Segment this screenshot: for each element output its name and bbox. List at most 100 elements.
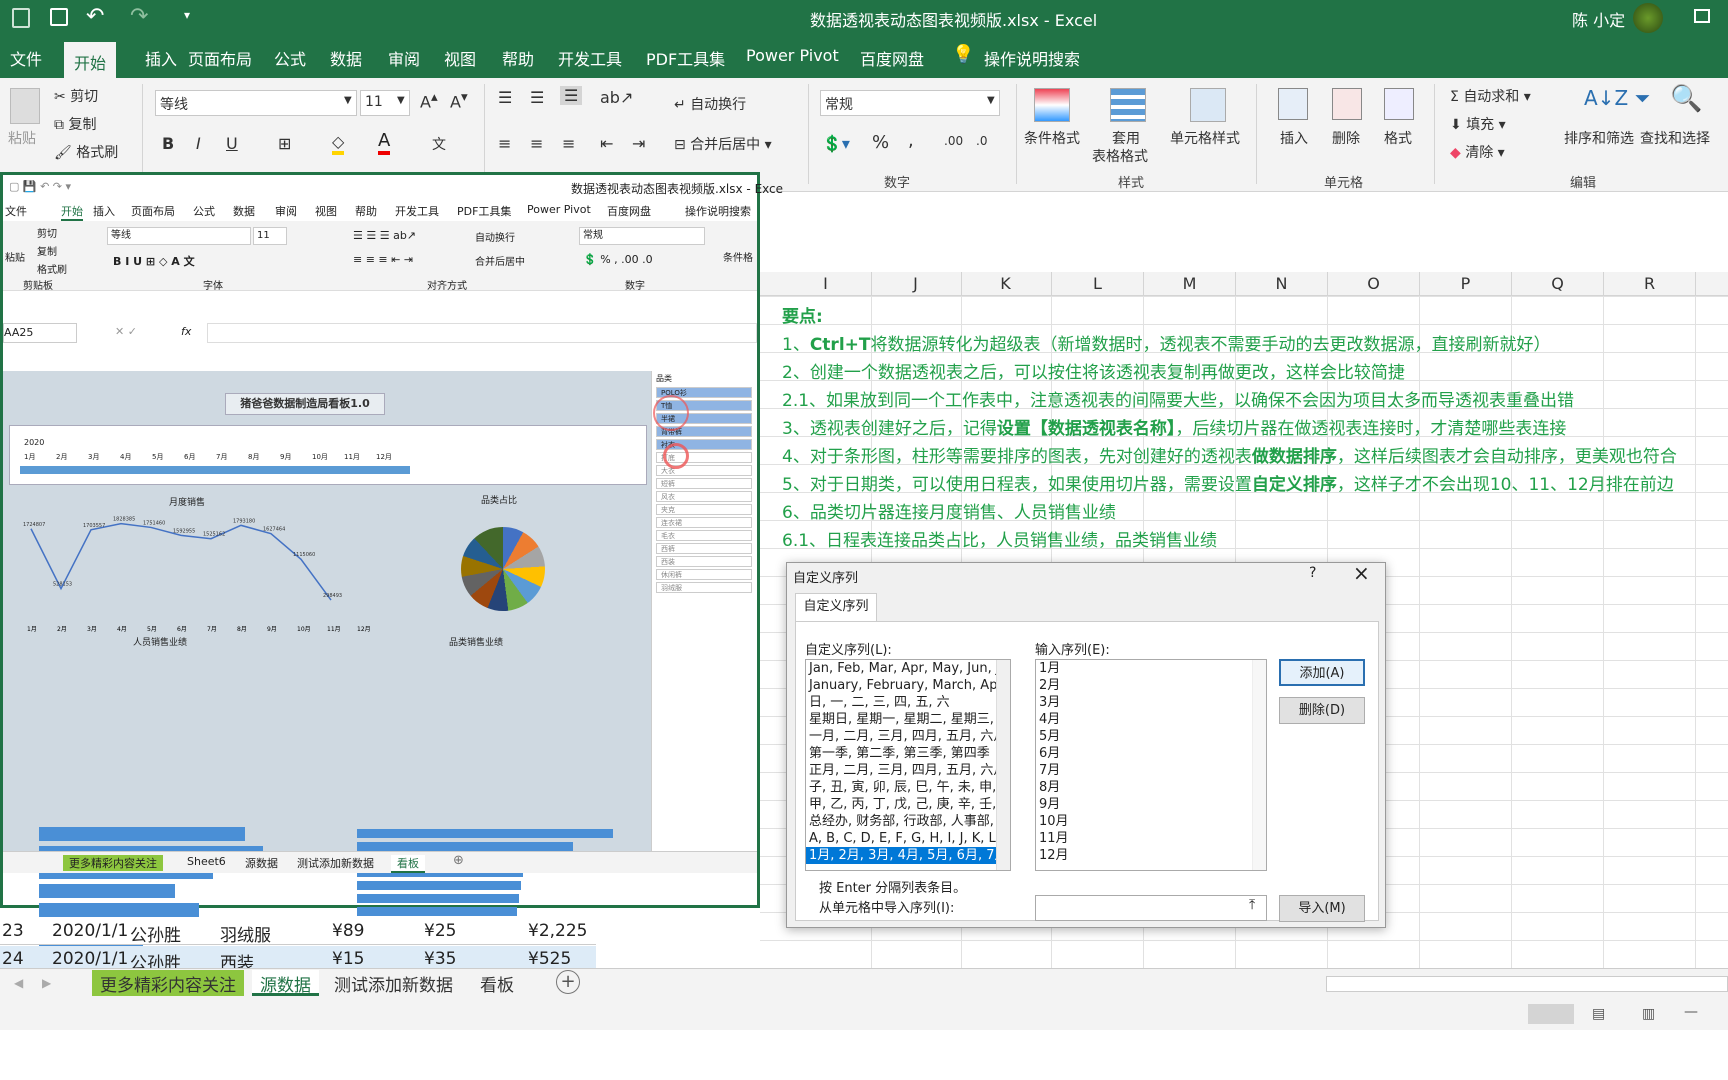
column-header[interactable]: O	[1328, 272, 1420, 296]
clear-button[interactable]: ◆ 清除 ▾	[1450, 142, 1505, 162]
inner-merge[interactable]: 合并后居中	[475, 253, 525, 268]
font-color-icon[interactable]: A	[378, 130, 391, 155]
tab-developer[interactable]: 开发工具	[548, 44, 632, 74]
inner-menu-item[interactable]: 开始	[61, 203, 83, 221]
align-top-icon[interactable]: ☰	[498, 88, 512, 107]
inner-cut[interactable]: 剪切	[37, 225, 57, 240]
custom-list-item[interactable]: 正月, 二月, 三月, 四月, 五月, 六月, -	[806, 762, 996, 779]
table-format-button[interactable]: 套用	[1112, 128, 1140, 148]
cell-date[interactable]: 2020/1/1	[52, 949, 128, 969]
zoom-out-icon[interactable]: —	[1684, 1004, 1698, 1020]
custom-list-item[interactable]: Jan, Feb, Mar, Apr, May, Jun, Jul,	[806, 660, 996, 677]
cell-date[interactable]: 2020/1/1	[52, 921, 128, 941]
inner-halign-icons[interactable]: ≡ ≡ ≡ ⇤ ⇥	[353, 253, 413, 266]
align-bottom-icon[interactable]: ☰	[560, 86, 583, 105]
import-range-input[interactable]	[1035, 895, 1267, 921]
tab-home[interactable]: 开始	[64, 42, 117, 78]
copy-button[interactable]: ⧉ 复制	[54, 114, 96, 134]
inner-menu-item[interactable]: 审阅	[275, 203, 297, 219]
align-center-icon[interactable]: ≡	[530, 134, 543, 153]
inner-menu-item[interactable]: 开发工具	[395, 203, 439, 219]
tab-data[interactable]: 数据	[320, 44, 372, 74]
import-button[interactable]: 导入(M)	[1279, 895, 1365, 922]
wrap-text-button[interactable]: ↵ 自动换行	[674, 94, 746, 114]
add-sheet-icon[interactable]: +	[556, 970, 580, 994]
inner-qat-icons[interactable]: ▢ 💾 ↶ ↷ ▾	[9, 180, 71, 193]
column-header[interactable]: J	[870, 272, 962, 296]
cell-num[interactable]: 23	[2, 921, 24, 941]
timeline-selection-bar[interactable]	[20, 466, 410, 474]
percent-icon[interactable]: %	[872, 132, 889, 153]
inner-formula-bar[interactable]	[207, 323, 757, 343]
cut-button[interactable]: ✂ 剪切	[54, 86, 98, 106]
decrease-decimal-icon[interactable]: .0	[976, 134, 987, 148]
sheet-tab[interactable]: 看板	[472, 970, 522, 996]
column-header[interactable]: Q	[1512, 272, 1604, 296]
number-format-select[interactable]: 常规 ▼	[820, 90, 1000, 116]
inner-align-icons[interactable]: ☰ ☰ ☰ ab↗	[353, 229, 416, 242]
column-header[interactable]: L	[1052, 272, 1144, 296]
cell-total[interactable]: ¥2,225	[528, 921, 587, 941]
avatar[interactable]	[1633, 3, 1663, 33]
custom-list-item[interactable]: 一月, 二月, 三月, 四月, 五月, 六月, -	[806, 728, 996, 745]
orientation-icon[interactable]: ab↗	[600, 88, 633, 107]
shrink-font-icon[interactable]: A▾	[450, 90, 468, 111]
inner-menu-item[interactable]: 操作说明搜索	[685, 203, 751, 219]
inner-sheet-tab[interactable]: 更多精彩内容关注	[63, 855, 163, 871]
timeline-slicer[interactable]: 2020 1月 2月 3月 4月 5月 6月 7月 8月 9月 10月 11月 12月	[9, 425, 647, 485]
timeline-month[interactable]: 12月	[376, 452, 392, 462]
timeline-month[interactable]: 8月	[248, 452, 259, 462]
inner-painter[interactable]: 格式刷	[37, 261, 67, 276]
inner-sheet-tab[interactable]: Sheet6	[181, 855, 232, 868]
italic-icon[interactable]: I	[196, 134, 201, 153]
font-name-select[interactable]: 等线 ▼	[155, 90, 357, 116]
cancel-formula-icon[interactable]: ✕ ✓	[115, 325, 137, 338]
save-icon[interactable]	[50, 8, 68, 26]
custom-list-item[interactable]: A, B, C, D, E, F, G, H, I, J, K, L, M, N	[806, 830, 996, 847]
format-painter-button[interactable]: 🖌 格式刷	[54, 142, 118, 162]
timeline-month[interactable]: 10月	[312, 452, 328, 462]
custom-list-item[interactable]: 1月, 2月, 3月, 4月, 5月, 6月, 7月, 8	[806, 847, 996, 864]
entries-scrollbar[interactable]	[1252, 660, 1266, 870]
column-header[interactable]: K	[960, 272, 1052, 296]
custom-lists-listbox[interactable]: Jan, Feb, Mar, Apr, May, Jun, Jul, Januar…	[805, 659, 1011, 871]
inner-menu-item[interactable]: 视图	[315, 203, 337, 219]
listbox-scrollbar[interactable]	[996, 660, 1010, 870]
cell-name[interactable]: 公孙胜	[130, 921, 181, 946]
inner-menu-item[interactable]: 数据	[233, 203, 255, 219]
tab-scroll-right-icon[interactable]: ▶	[42, 976, 51, 990]
cell-total[interactable]: ¥525	[528, 949, 571, 969]
underline-icon[interactable]: U	[226, 134, 238, 153]
tab-page-layout[interactable]: 页面布局	[178, 44, 262, 74]
tab-review[interactable]: 审阅	[378, 44, 430, 74]
slicer-item[interactable]: 西裤	[656, 543, 752, 554]
inner-size-select[interactable]: 11	[253, 227, 287, 245]
timeline-month[interactable]: 3月	[88, 452, 99, 462]
close-icon[interactable]: ×	[1353, 561, 1370, 585]
paste-button[interactable]: 粘贴	[8, 128, 36, 148]
tab-pdf-tools[interactable]: PDF工具集	[636, 44, 735, 74]
timeline-month[interactable]: 5月	[152, 452, 163, 462]
align-right-icon[interactable]: ≡	[562, 134, 575, 153]
paste-icon[interactable]	[10, 88, 40, 124]
inner-name-box[interactable]: AA25	[3, 323, 77, 343]
fill-color-icon[interactable]: ◇	[332, 132, 345, 155]
cell-p2[interactable]: ¥35	[424, 949, 456, 969]
list-entries-textbox[interactable]: 1月 2月 3月 4月 5月 6月 7月 8月 9月 10月 11月 12月	[1035, 659, 1267, 871]
column-header[interactable]: M	[1144, 272, 1236, 296]
inner-bold-icon[interactable]: B I U ⊞ ◇ A 文	[113, 253, 195, 269]
column-header[interactable]: N	[1236, 272, 1328, 296]
category-slicer[interactable]: 品类 POLO衫 T恤 半裙 背带裤 衬衣 打底 大衣 短裤 风衣 夹克 连衣裙 毛衣 西裤 西装 休闲裤羽…	[651, 371, 757, 851]
timeline-month[interactable]: 2月	[56, 452, 67, 462]
tell-me-search[interactable]: 操作说明搜索	[974, 44, 1090, 74]
bold-icon[interactable]: B	[162, 134, 174, 153]
slicer-item[interactable]: 连衣裙	[656, 517, 752, 528]
align-left-icon[interactable]: ≡	[498, 134, 511, 153]
help-icon[interactable]: ?	[1309, 565, 1316, 581]
slicer-item[interactable]: 短裤	[656, 478, 752, 489]
inner-menu-item[interactable]: 页面布局	[131, 203, 175, 219]
delete-cells-button[interactable]: 删除	[1332, 128, 1360, 148]
phonetic-icon[interactable]: 文	[432, 134, 446, 154]
inner-numfmt-select[interactable]: 常规	[579, 227, 705, 245]
inner-paste[interactable]: 粘贴	[5, 249, 25, 264]
